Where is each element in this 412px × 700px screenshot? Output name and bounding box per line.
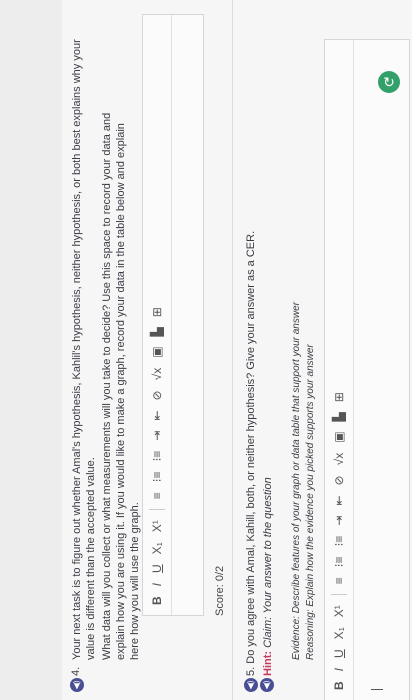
bullet-list-button[interactable]: ⁝≡ [332,536,346,547]
indent-button[interactable]: ⇥ [332,516,346,526]
outdent-button[interactable]: ⇤ [150,410,164,420]
math-icon[interactable]: √x [150,368,164,381]
evidence-text: Describe features of your graph or data … [291,302,302,614]
underline-button[interactable]: U [150,564,164,573]
q5-prompt: 5. Do you agree with Amal, Kahill, both,… [244,56,258,676]
link-icon[interactable]: ⊘ [150,390,164,400]
speaker-icon[interactable]: ◀) [70,678,84,692]
hint-label: Hint: [262,650,274,676]
q4-answer-editor[interactable]: B I U X₁ X¹ ≡ ⁝≡ ⁝≡ ⇥ ⇤ ⊘ √x ▣ ▙ ⊞ [142,14,204,616]
italic-button[interactable]: I [332,668,346,671]
bullet-list-button[interactable]: ⁝≡ [150,451,164,462]
rotated-page: ◀) 4. Your next task is to figure out wh… [62,0,412,700]
align-button[interactable]: ≡ [332,577,346,584]
align-button[interactable]: ≡ [150,492,164,499]
image-icon[interactable]: ▣ [150,346,164,357]
divider [232,0,233,700]
bold-button[interactable]: B [332,681,346,690]
chart-icon[interactable]: ▙ [332,412,346,421]
evidence-label: Evidence: [291,616,302,660]
underline-button[interactable]: U [332,649,346,658]
reasoning-label: Reasoning: [305,609,316,660]
hint-row: Hint: Claim: Your answer to the question [262,477,274,676]
ordered-list-button[interactable]: ⁝≡ [332,556,346,567]
speaker-icon[interactable]: ◀) [260,678,274,692]
superscript-button[interactable]: X¹ [332,605,346,617]
claim-text: Your answer to the question [262,477,274,614]
outdent-button[interactable]: ⇤ [332,495,346,505]
left-margin [0,0,62,700]
q5-toolbar: B I U X₁ X¹ ≡ ⁝≡ ⁝≡ ⇥ ⇤ ⊘ √x ▣ ▙ ⊞ [325,40,354,700]
q5-number: 5. [245,666,257,676]
toolbar-divider [149,509,165,511]
speaker-icon[interactable]: ◀) [244,678,258,692]
italic-button[interactable]: I [150,583,164,586]
score-label: Score: 0/2 [214,565,226,616]
link-icon[interactable]: ⊘ [332,475,346,485]
claim-label: Claim: [262,616,274,648]
table-icon[interactable]: ⊞ [332,392,346,402]
toolbar-divider [331,594,347,596]
subscript-button[interactable]: X₁ [150,542,164,554]
table-icon[interactable]: ⊞ [150,307,164,317]
q4-number: 4. [70,666,82,676]
document-area: ◀) 4. Your next task is to figure out wh… [62,0,412,700]
math-icon[interactable]: √x [332,453,346,466]
evidence-row: Evidence: Describe features of your grap… [290,302,303,660]
superscript-button[interactable]: X¹ [150,520,164,532]
subscript-button[interactable]: X₁ [332,627,346,639]
refresh-icon[interactable]: ↻ [378,71,400,93]
reasoning-row: Reasoning: Explain how the evidence you … [304,344,317,660]
q5-answer-editor[interactable]: B I U X₁ X¹ ≡ ⁝≡ ⁝≡ ⇥ ⇤ ⊘ √x ▣ ▙ ⊞ [324,39,410,700]
ordered-list-button[interactable]: ⁝≡ [150,471,164,482]
q4-toolbar: B I U X₁ X¹ ≡ ⁝≡ ⁝≡ ⇥ ⇤ ⊘ √x ▣ ▙ ⊞ [143,15,172,615]
reasoning-text: Explain how the evidence you picked supp… [305,344,316,607]
q4-prompt: Your next task is to figure out whether … [71,39,97,660]
text-cursor [371,689,383,690]
image-icon[interactable]: ▣ [332,431,346,442]
q4-detail: What data will you collect or what measu… [101,112,141,660]
q5-text: Do you agree with Amal, Kahill, both, or… [245,230,257,664]
indent-button[interactable]: ⇥ [150,431,164,441]
chart-icon[interactable]: ▙ [150,327,164,336]
bold-button[interactable]: B [150,596,164,605]
